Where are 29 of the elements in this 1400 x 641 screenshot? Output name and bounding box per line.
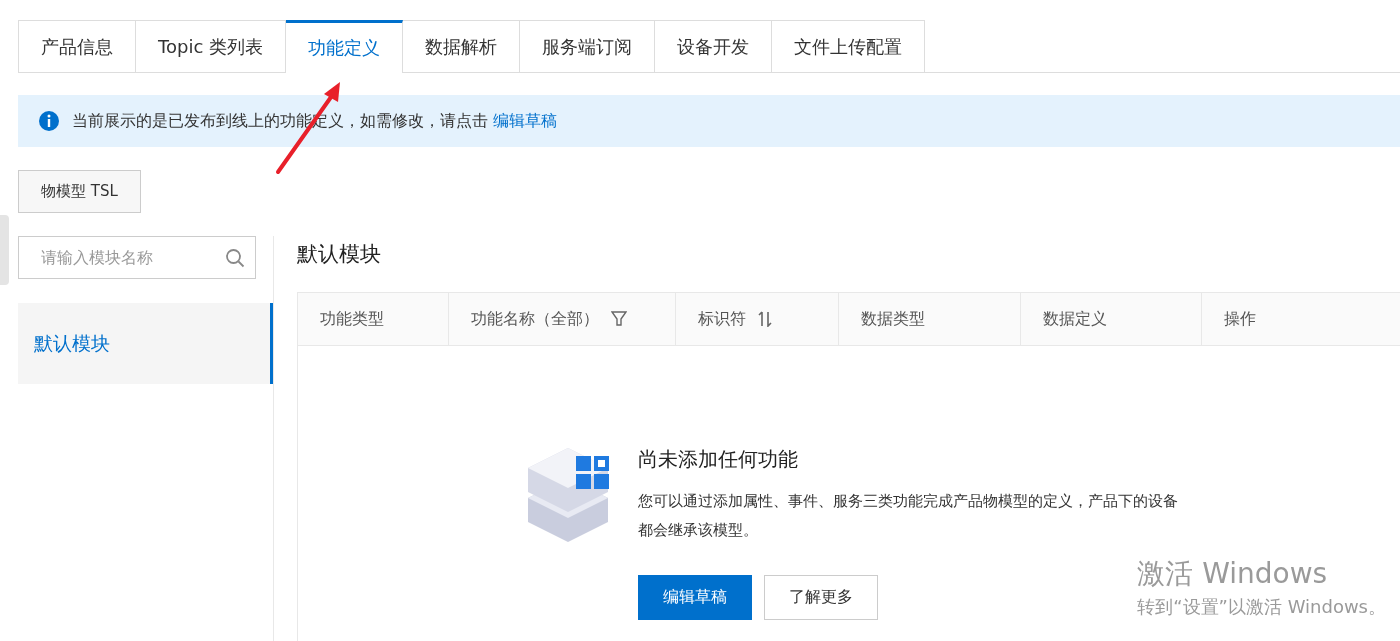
- column-header: 操作: [1224, 308, 1256, 330]
- tab[interactable]: 文件上传配置: [772, 20, 925, 72]
- column-header: 数据类型: [861, 308, 925, 330]
- column-header: 数据定义: [1043, 308, 1107, 330]
- tab[interactable]: 功能定义: [286, 20, 403, 73]
- module-item[interactable]: 默认模块: [18, 303, 273, 384]
- learn-more-button[interactable]: 了解更多: [764, 575, 878, 620]
- activation-subtitle: 转到“设置”以激活 Windows。: [1137, 595, 1386, 619]
- filter-icon[interactable]: [611, 310, 627, 328]
- empty-title: 尚未添加任何功能: [638, 446, 799, 473]
- column-header: 功能名称（全部）: [471, 308, 599, 330]
- sort-icon[interactable]: [758, 311, 772, 327]
- edit-draft-link[interactable]: 编辑草稿: [493, 110, 558, 130]
- tab[interactable]: Topic 类列表: [136, 20, 286, 72]
- empty-description: 您可以通过添加属性、事件、服务三类功能完成产品物模型的定义，产品下的设备都会继承该模型。: [638, 491, 1178, 541]
- tsl-button[interactable]: 物模型 TSL: [18, 170, 141, 213]
- edit-draft-button[interactable]: 编辑草稿: [638, 575, 752, 620]
- tab[interactable]: 设备开发: [655, 20, 772, 72]
- module-title: 默认模块: [297, 241, 382, 268]
- activation-title: 激活 Windows: [1137, 556, 1329, 592]
- info-icon: [38, 110, 60, 132]
- column-header: 标识符: [698, 308, 746, 330]
- tab[interactable]: 数据解析: [403, 20, 520, 72]
- side-panel-handle[interactable]: [0, 215, 9, 285]
- column-header: 功能类型: [320, 308, 384, 330]
- tab[interactable]: 产品信息: [18, 20, 136, 72]
- search-icon[interactable]: [225, 248, 245, 268]
- module-search-field[interactable]: 请输入模块名称: [18, 236, 256, 279]
- tab[interactable]: 服务端订阅: [520, 20, 655, 72]
